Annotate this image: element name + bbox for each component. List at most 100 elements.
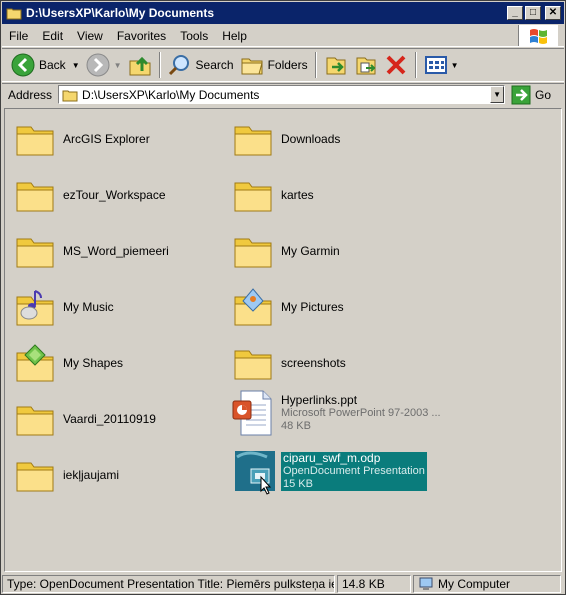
status-zone-label: My Computer xyxy=(438,576,511,591)
copy-to-button[interactable] xyxy=(351,50,381,80)
status-info: Type: OpenDocument Presentation Title: P… xyxy=(2,574,335,593)
move-to-button[interactable] xyxy=(321,50,351,80)
item-name: My Shapes xyxy=(63,355,124,370)
folders-label: Folders xyxy=(267,58,308,72)
title-bar[interactable]: D:\UsersXP\Karlo\My Documents _ □ ✕ xyxy=(2,2,564,24)
folder-item[interactable]: Downloads xyxy=(231,117,340,161)
folder-item[interactable]: ezTour_Workspace xyxy=(13,173,166,217)
folders-icon xyxy=(241,58,263,75)
item-name: iekļjaujami xyxy=(63,467,120,482)
folder-icon xyxy=(13,117,57,161)
standard-toolbar: Back ▼ ▼ Search Folders ▼ xyxy=(2,48,564,82)
toolbar-separator xyxy=(414,52,417,78)
file-item-selected[interactable]: ciparu_swf_m.odp OpenDocument Presentati… xyxy=(233,449,427,495)
folder-icon xyxy=(13,173,57,217)
forward-dropdown-icon[interactable]: ▼ xyxy=(114,61,122,70)
folder-item[interactable]: iekļjaujami xyxy=(13,453,119,497)
address-dropdown-icon[interactable]: ▼ xyxy=(490,86,505,103)
up-folder-icon xyxy=(129,56,151,76)
search-label: Search xyxy=(195,58,234,72)
status-size: 14.8 KB xyxy=(337,574,411,593)
toolbar-separator xyxy=(158,52,161,78)
explorer-window: D:\UsersXP\Karlo\My Documents _ □ ✕ File… xyxy=(0,0,566,595)
item-name: ciparu_swf_m.odp xyxy=(283,450,381,465)
window-title: D:\UsersXP\Karlo\My Documents xyxy=(26,6,215,20)
folder-icon xyxy=(62,90,78,101)
powerpoint-file-icon xyxy=(231,390,275,436)
folder-icon xyxy=(231,117,275,161)
item-size: 48 KB xyxy=(281,419,311,432)
menu-bar: File Edit View Favorites Tools Help xyxy=(2,25,564,47)
folder-icon xyxy=(231,341,275,385)
item-name: My Garmin xyxy=(281,243,340,258)
menu-favorites[interactable]: Favorites xyxy=(110,29,173,43)
folder-item[interactable]: ArcGIS Explorer xyxy=(13,117,150,161)
search-icon xyxy=(168,55,189,76)
address-label: Address xyxy=(8,87,53,102)
folder-item[interactable]: My Garmin xyxy=(231,229,340,273)
folder-item[interactable]: My Shapes xyxy=(13,341,123,385)
menu-edit[interactable]: Edit xyxy=(35,29,70,43)
menu-file[interactable]: File xyxy=(2,29,35,43)
menu-help[interactable]: Help xyxy=(215,29,254,43)
forward-button[interactable]: ▼ xyxy=(83,50,125,80)
folder-item[interactable]: MS_Word_piemeeri xyxy=(13,229,169,273)
file-list-view[interactable]: ArcGIS Explorer Downloads ezTour_Workspa… xyxy=(4,108,562,572)
views-dropdown-icon[interactable]: ▼ xyxy=(451,61,459,70)
folder-icon xyxy=(231,229,275,273)
folder-icon xyxy=(6,8,22,20)
back-arrow-icon xyxy=(11,53,35,77)
folder-item[interactable]: My Music xyxy=(13,285,114,329)
item-name: ezTour_Workspace xyxy=(63,187,166,202)
item-name: My Pictures xyxy=(281,299,344,314)
item-name: Vaardi_20110919 xyxy=(63,411,156,426)
folder-icon xyxy=(13,453,57,497)
go-button[interactable]: Go xyxy=(511,85,551,105)
status-zone: My Computer xyxy=(413,574,561,593)
folder-item[interactable]: kartes xyxy=(231,173,314,217)
back-button[interactable]: Back ▼ xyxy=(8,50,83,80)
copy-to-icon xyxy=(356,57,376,75)
maximize-button[interactable]: □ xyxy=(525,6,541,20)
item-name: kartes xyxy=(281,187,314,202)
back-label: Back xyxy=(39,58,66,72)
item-name: ArcGIS Explorer xyxy=(63,131,150,146)
delete-button[interactable] xyxy=(381,50,411,80)
address-bar: Address D:\UsersXP\Karlo\My Documents ▼ … xyxy=(2,83,564,105)
item-size: 15 KB xyxy=(283,477,313,490)
move-to-icon xyxy=(326,57,346,75)
item-name: Downloads xyxy=(281,131,341,146)
item-name: My Music xyxy=(63,299,114,314)
folder-item[interactable]: screenshots xyxy=(231,341,346,385)
views-button[interactable]: ▼ xyxy=(421,50,462,80)
folder-icon xyxy=(13,229,57,273)
item-type: OpenDocument Presentation xyxy=(283,464,425,477)
item-name: screenshots xyxy=(281,355,346,370)
up-folder-button[interactable] xyxy=(125,50,155,80)
delete-icon xyxy=(386,55,405,75)
music-folder-icon xyxy=(13,285,57,329)
shapes-folder-icon xyxy=(13,341,57,385)
status-bar: Type: OpenDocument Presentation Title: P… xyxy=(2,573,564,594)
item-type: Microsoft PowerPoint 97-2003 ... xyxy=(281,406,441,419)
windows-logo-icon xyxy=(518,25,558,46)
file-item[interactable]: Hyperlinks.ppt Microsoft PowerPoint 97-2… xyxy=(231,390,441,436)
folder-item[interactable]: My Pictures xyxy=(231,285,344,329)
search-button[interactable]: Search xyxy=(165,50,237,80)
minimize-button[interactable]: _ xyxy=(507,6,523,20)
folder-icon xyxy=(13,397,57,441)
pictures-folder-icon xyxy=(231,285,275,329)
folder-item[interactable]: Vaardi_20110919 xyxy=(13,397,156,441)
item-name: MS_Word_piemeeri xyxy=(63,243,169,258)
address-input[interactable]: D:\UsersXP\Karlo\My Documents ▼ xyxy=(58,85,506,104)
opendocument-presentation-icon xyxy=(233,449,277,495)
menu-view[interactable]: View xyxy=(70,29,110,43)
close-button[interactable]: ✕ xyxy=(545,6,561,20)
go-arrow-icon xyxy=(511,85,531,104)
folders-button[interactable]: Folders xyxy=(237,50,311,80)
item-text: ciparu_swf_m.odp OpenDocument Presentati… xyxy=(281,450,427,491)
back-dropdown-icon[interactable]: ▼ xyxy=(72,61,80,70)
forward-arrow-icon xyxy=(86,53,110,77)
menu-tools[interactable]: Tools xyxy=(173,29,215,43)
go-label: Go xyxy=(535,87,552,102)
